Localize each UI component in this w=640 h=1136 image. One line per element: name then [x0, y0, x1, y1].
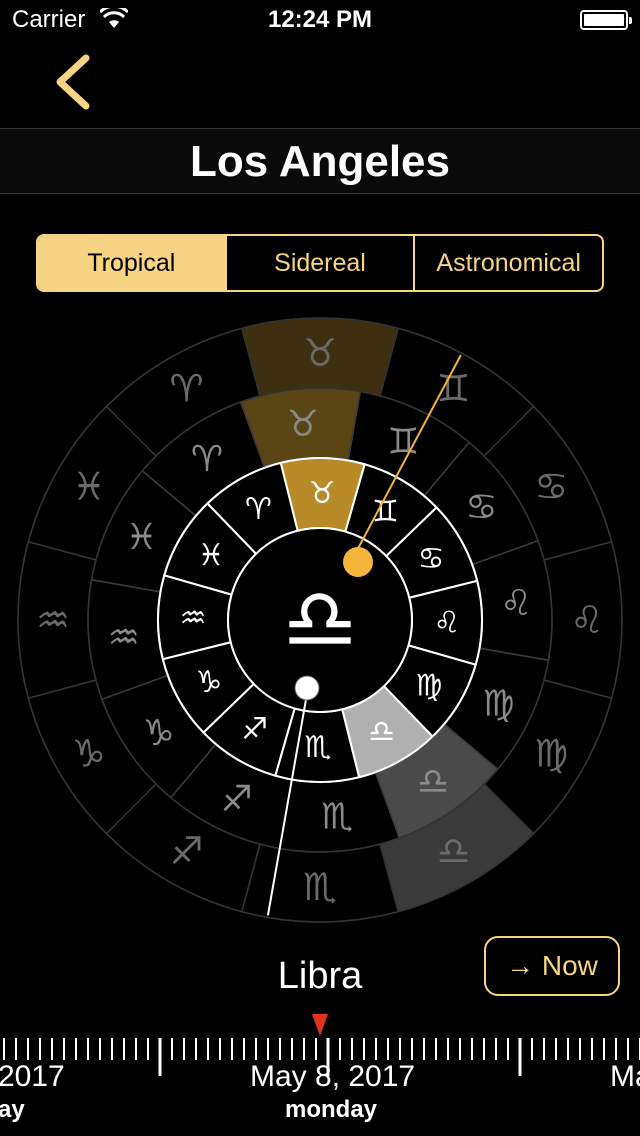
now-button[interactable]: → Now [484, 936, 620, 996]
zodiac-glyph: ♌ [434, 605, 461, 640]
zodiac-glyph: ♏ [321, 796, 353, 837]
timeline-prev-date: 2017 [0, 1060, 65, 1093]
zodiac-glyph: ♒ [108, 617, 140, 658]
tab-sidereal[interactable]: Sidereal [227, 236, 416, 290]
zodiac-glyph: ♍ [482, 683, 514, 724]
zodiac-glyph: ♏ [303, 865, 337, 909]
zodiac-glyph: ♊ [436, 367, 470, 411]
nav-bar [0, 40, 640, 128]
zodiac-glyph: ♐ [241, 712, 268, 747]
timeline-current-pointer [312, 1014, 328, 1036]
page-title: Los Angeles [190, 137, 450, 186]
center-sign-glyph: ♎ [282, 570, 357, 668]
status-time: 12:24 PM [267, 6, 373, 33]
timeline-prev-day: ay [0, 1096, 25, 1123]
zodiac-glyph: ♉ [303, 331, 337, 375]
zodiac-glyph: ♒ [36, 598, 70, 642]
zodiac-glyph: ♍ [415, 669, 442, 704]
zodiac-glyph: ♈ [191, 439, 223, 480]
title-divider [0, 193, 640, 194]
zodiac-glyph: ♓ [125, 517, 157, 558]
timeline-next-date: Ma [610, 1060, 640, 1093]
zodiac-glyph: ♓ [198, 538, 225, 573]
battery-icon [580, 10, 632, 30]
title-bar: Los Angeles [0, 129, 640, 193]
zodiac-glyph: ♑ [142, 713, 174, 754]
zodiac-system-tabs: Tropical Sidereal Astronomical [36, 234, 604, 292]
zodiac-glyph: ♈ [245, 492, 272, 527]
zodiac-glyph: ♍ [534, 731, 568, 775]
zodiac-glyph: ♈ [169, 367, 203, 411]
zodiac-glyph: ♋ [418, 542, 445, 577]
zodiac-glyph: ♎ [368, 714, 395, 749]
sun-marker [343, 547, 373, 577]
back-chevron-icon[interactable] [44, 50, 108, 114]
zodiac-glyph: ♉ [309, 476, 336, 511]
zodiac-glyph: ♋ [465, 487, 497, 528]
zodiac-glyph: ♉ [287, 404, 319, 445]
zodiac-glyph: ♑ [72, 731, 106, 775]
zodiac-glyph: ♒ [180, 601, 207, 636]
status-bar: Carrier 12:24 PM [0, 0, 640, 40]
zodiac-glyph: ♊ [372, 494, 399, 529]
zodiac-glyph: ♋ [534, 464, 568, 508]
zodiac-glyph: ♑ [195, 665, 222, 700]
tab-astronomical[interactable]: Astronomical [415, 236, 602, 290]
zodiac-glyph: ♎ [417, 762, 449, 803]
tab-tropical[interactable]: Tropical [38, 236, 227, 290]
timeline-current-date: May 8, 2017 [250, 1060, 416, 1093]
zodiac-glyph: ♎ [436, 829, 470, 873]
zodiac-glyph: ♌ [570, 598, 604, 642]
zodiac-glyph: ♐ [221, 779, 253, 820]
zodiac-glyph: ♐ [169, 829, 203, 873]
zodiac-glyph: ♏ [304, 730, 331, 765]
zodiac-glyph: ♌ [500, 583, 532, 624]
zodiac-wheel[interactable]: ♈ ♉♊♋♌♍♎♏♐♑♒♓♈♉ ♊♋♌♍♎♏♐♑♒♓♈♉♊♋♌♍♎♏♐♑♒♓♎ [0, 300, 640, 940]
moon-marker [294, 675, 320, 701]
zodiac-glyph: ♓ [72, 464, 106, 508]
timeline-current-day: monday [285, 1096, 378, 1123]
